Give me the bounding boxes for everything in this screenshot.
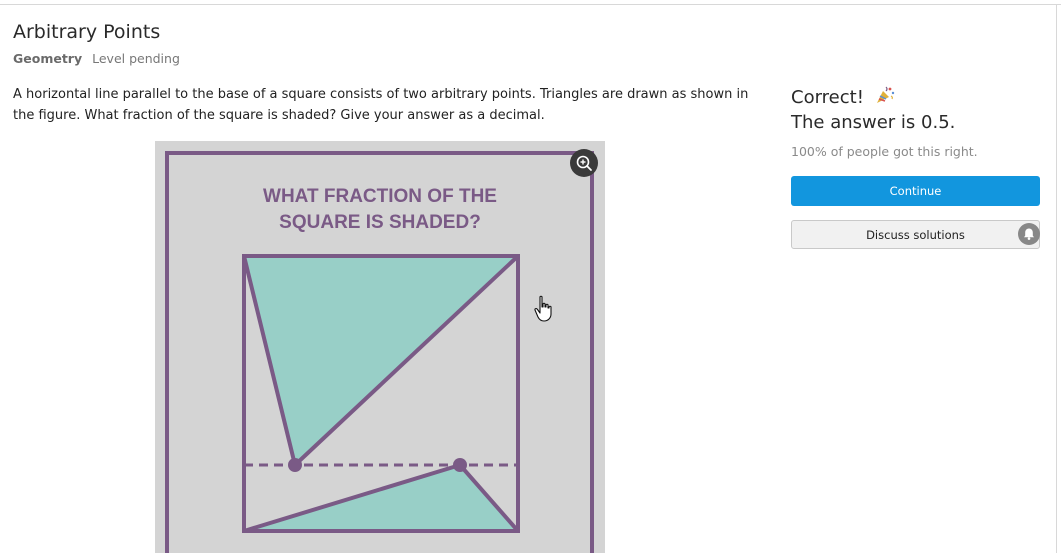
problem-meta: Geometry Level pending bbox=[13, 51, 180, 66]
result-correct: Correct! bbox=[791, 85, 895, 108]
arbitrary-point-a bbox=[288, 458, 302, 472]
correct-label: Correct! bbox=[791, 87, 864, 108]
answer-text: The answer is 0.5. bbox=[791, 112, 956, 133]
problem-text: A horizontal line parallel to the base o… bbox=[13, 87, 749, 123]
top-divider bbox=[0, 4, 1061, 5]
continue-button[interactable]: Continue bbox=[791, 176, 1040, 206]
right-divider bbox=[1056, 4, 1057, 553]
problem-figure: WHAT FRACTION OF THE SQUARE IS SHADED? bbox=[155, 141, 605, 553]
bell-icon bbox=[1018, 223, 1040, 245]
problem-title: Arbitrary Points bbox=[13, 21, 161, 43]
party-popper-icon bbox=[876, 86, 894, 103]
arbitrary-point-b bbox=[453, 458, 467, 472]
zoom-in-icon bbox=[576, 155, 592, 171]
discuss-label: Discuss solutions bbox=[866, 227, 965, 242]
figure-heading-line2: SQUARE IS SHADED? bbox=[279, 212, 481, 233]
topic-link[interactable]: Geometry bbox=[13, 51, 82, 66]
discuss-solutions-button[interactable]: Discuss solutions bbox=[791, 220, 1040, 249]
figure-heading-line1: WHAT FRACTION OF THE bbox=[263, 186, 497, 207]
level-label: Level pending bbox=[92, 51, 180, 66]
figure-svg: WHAT FRACTION OF THE SQUARE IS SHADED? bbox=[155, 141, 605, 553]
zoom-button[interactable] bbox=[570, 149, 598, 177]
hand-pointer-icon bbox=[533, 295, 555, 327]
stats-text: 100% of people got this right. bbox=[791, 144, 978, 159]
